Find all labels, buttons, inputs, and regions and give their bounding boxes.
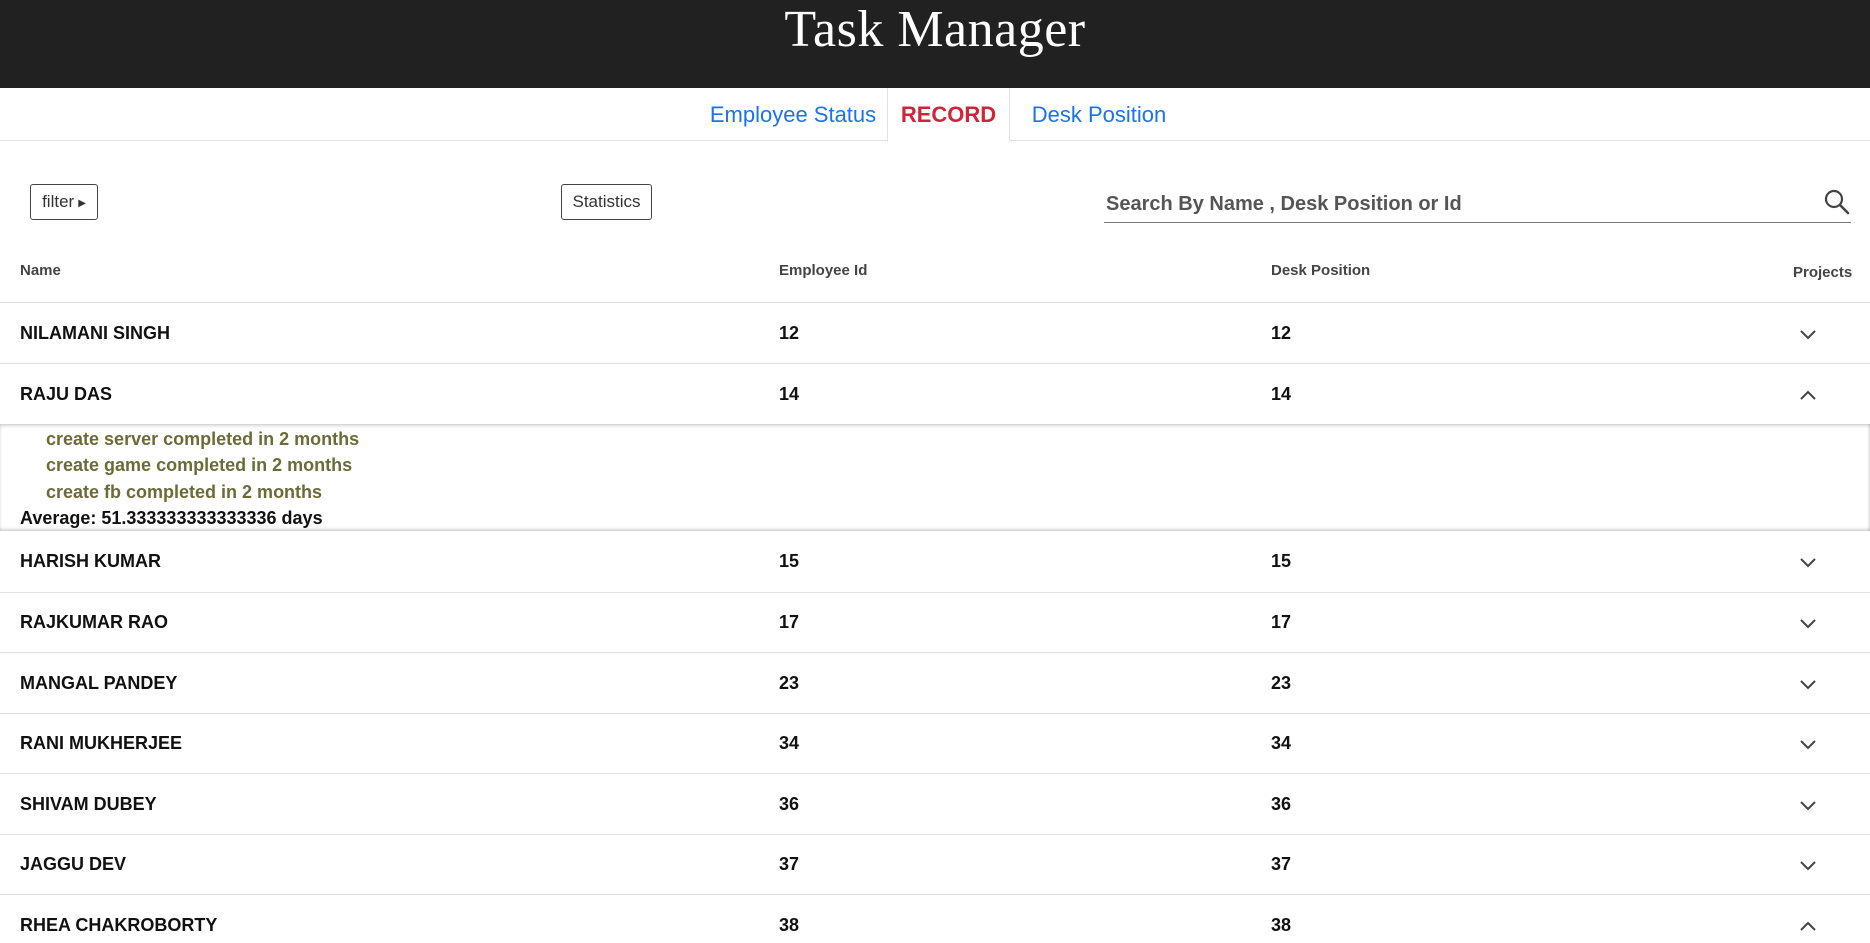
chevron-up-icon[interactable] <box>1798 919 1818 933</box>
desk-position: 17 <box>1271 612 1292 632</box>
app-title: Task Manager <box>784 1 1086 58</box>
divider <box>0 363 1870 364</box>
project-item: create server completed in 2 months <box>46 429 360 449</box>
filter-label: filter <box>42 192 75 211</box>
employee-id: 37 <box>779 854 800 874</box>
employee-name: SHIVAM DUBEY <box>20 794 157 814</box>
app-header: Task Manager <box>0 0 1870 88</box>
chevron-down-icon[interactable] <box>1798 616 1818 630</box>
employee-name: RHEA CHAKROBORTY <box>20 915 218 935</box>
column-header-projects: Projects <box>1793 264 1853 281</box>
employee-name: RANI MUKHERJEE <box>20 733 183 753</box>
employee-name: HARISH KUMAR <box>20 551 161 571</box>
desk-position: 34 <box>1271 733 1292 753</box>
chevron-down-icon[interactable] <box>1798 798 1818 812</box>
search-icon[interactable] <box>1823 188 1851 216</box>
employee-id: 12 <box>779 323 800 343</box>
project-item: create game completed in 2 months <box>46 455 353 475</box>
divider <box>0 652 1870 653</box>
divider <box>0 302 1870 303</box>
employee-id: 14 <box>779 384 800 404</box>
employee-name: NILAMANI SINGH <box>20 323 170 343</box>
chevron-up-icon[interactable] <box>1798 388 1818 402</box>
divider <box>0 773 1870 774</box>
project-item: create fb completed in 2 months <box>46 482 323 502</box>
project-details-panel: create server completed in 2 months crea… <box>0 424 1870 531</box>
divider <box>0 834 1870 835</box>
chevron-down-icon[interactable] <box>1798 737 1818 751</box>
employee-id: 36 <box>779 794 800 814</box>
column-header-desk-position: Desk Position <box>1271 262 1371 279</box>
employee-id: 17 <box>779 612 800 632</box>
filter-button[interactable]: filter ▶ <box>30 184 98 220</box>
employee-name: RAJU DAS <box>20 384 113 404</box>
chevron-down-icon[interactable] <box>1798 555 1818 569</box>
search-bar <box>1104 185 1851 223</box>
employee-name: RAJKUMAR RAO <box>20 612 168 632</box>
desk-position: 14 <box>1271 384 1292 404</box>
desk-position: 38 <box>1271 915 1292 935</box>
divider <box>0 592 1870 593</box>
search-input[interactable] <box>1104 185 1808 223</box>
tab-record[interactable]: RECORD <box>887 88 1010 142</box>
chevron-down-icon[interactable] <box>1798 677 1818 691</box>
employee-id: 38 <box>779 915 800 935</box>
average-duration: Average: 51.333333333333336 days <box>20 508 323 528</box>
statistics-button[interactable]: Statistics <box>561 184 652 220</box>
tab-bar: Employee Status RECORD Desk Position <box>0 88 1870 142</box>
divider <box>0 713 1870 714</box>
employee-id: 23 <box>779 673 800 693</box>
desk-position: 23 <box>1271 673 1292 693</box>
tab-desk-position[interactable]: Desk Position <box>1018 88 1180 141</box>
caret-right-icon: ▶ <box>78 198 86 209</box>
desk-position: 15 <box>1271 551 1292 571</box>
chevron-down-icon[interactable] <box>1798 327 1818 341</box>
column-header-name: Name <box>20 262 61 279</box>
employee-name: JAGGU DEV <box>20 854 127 874</box>
chevron-down-icon[interactable] <box>1798 858 1818 872</box>
tab-employee-status[interactable]: Employee Status <box>705 88 881 141</box>
employee-id: 15 <box>779 551 800 571</box>
desk-position: 37 <box>1271 854 1292 874</box>
employee-name: MANGAL PANDEY <box>20 673 178 693</box>
desk-position: 36 <box>1271 794 1292 814</box>
divider <box>0 894 1870 895</box>
employee-id: 34 <box>779 733 800 753</box>
column-header-employee-id: Employee Id <box>779 262 868 279</box>
desk-position: 12 <box>1271 323 1292 343</box>
